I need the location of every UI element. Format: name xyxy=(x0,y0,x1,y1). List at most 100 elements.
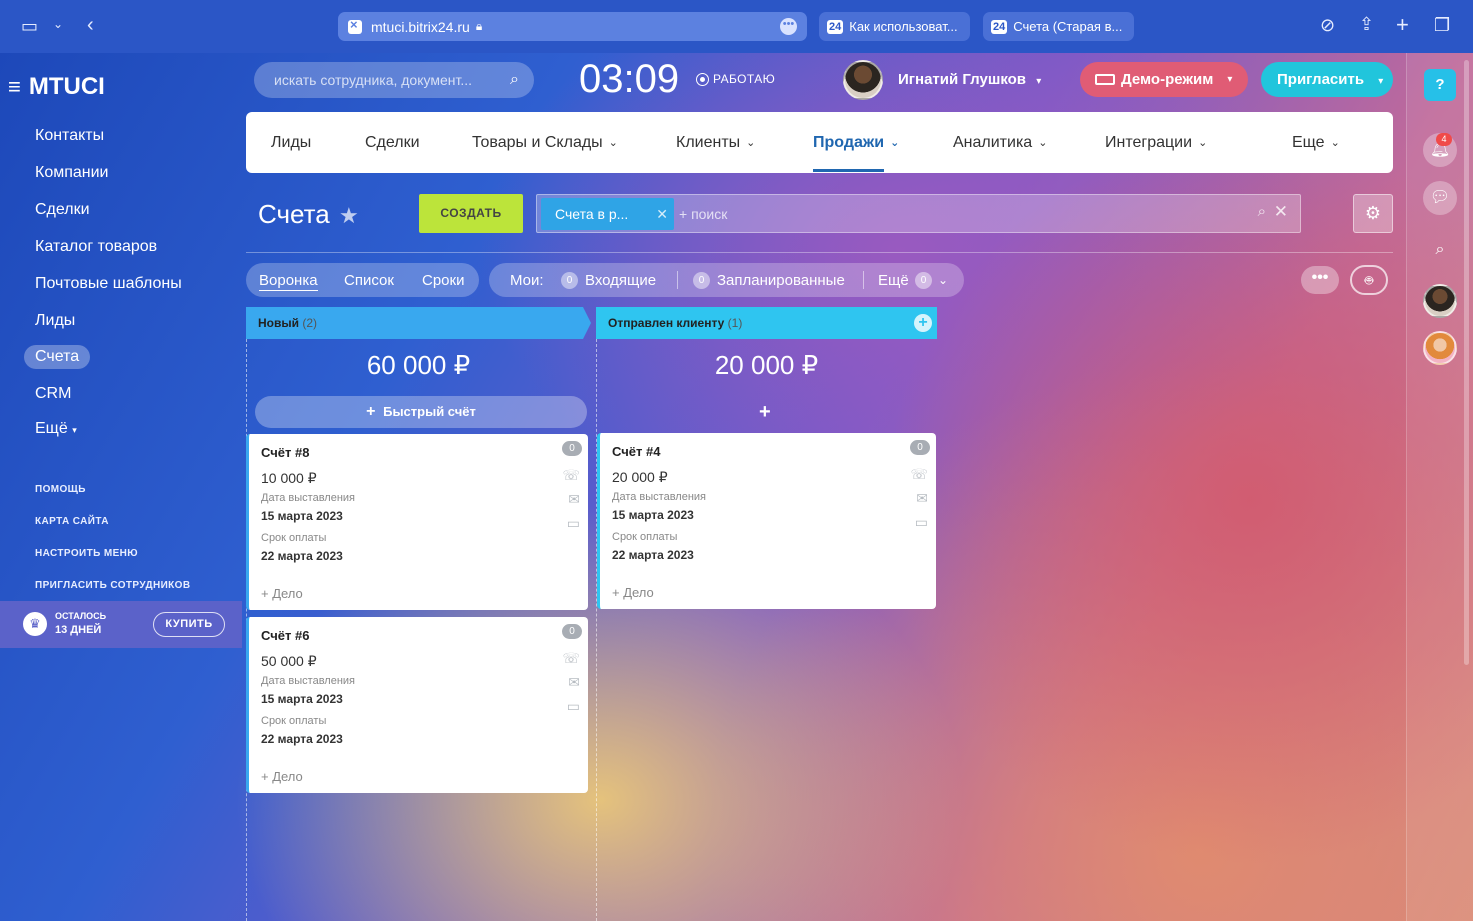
sidebar-item-more[interactable]: Ещё ▾ xyxy=(35,420,77,438)
search-icon[interactable]: ⌕ xyxy=(1423,233,1457,267)
sidebar-item-leads[interactable]: Лиды xyxy=(35,312,75,330)
top-nav: Лиды Сделки Товары и Склады ⌄ Клиенты ⌄ Пр… xyxy=(246,112,1393,173)
planned-filter[interactable]: Запланированные xyxy=(717,272,845,289)
trial-banner: ♛ ОСТАЛОСЬ 13 ДНЕЙ КУПИТЬ xyxy=(0,601,242,648)
filter-search-input[interactable]: Счета в р... ✕ + поиск ⌕ ✕ xyxy=(536,194,1301,233)
card-title[interactable]: Счёт #8 xyxy=(261,445,309,460)
sitemap-link[interactable]: КАРТА САЙТА xyxy=(35,516,109,527)
avatar[interactable] xyxy=(1423,284,1457,318)
column-title: Новый xyxy=(258,316,299,330)
sidebar-toggle-icon[interactable]: ▭ xyxy=(21,16,38,37)
star-icon[interactable]: ★ xyxy=(339,203,359,229)
menu-icon[interactable]: ≡ xyxy=(8,74,21,100)
nav-item-analytics[interactable]: Аналитика ⌄ xyxy=(953,134,1047,152)
nav-item-sales[interactable]: Продажи ⌄ xyxy=(813,134,899,152)
chevron-down-icon[interactable]: ⌄ xyxy=(53,17,63,31)
browser-tab[interactable]: 24 Счета (Старая в... xyxy=(983,12,1134,41)
nav-item-goods[interactable]: Товары и Склады ⌄ xyxy=(472,134,618,152)
share-icon[interactable]: ⇪ xyxy=(1359,14,1374,35)
nav-item-integrations[interactable]: Интеграции ⌄ xyxy=(1105,134,1207,152)
plus-icon[interactable]: + xyxy=(759,401,771,424)
scrollbar[interactable] xyxy=(1464,60,1469,665)
quick-invoice-button[interactable]: + Быстрый счёт xyxy=(255,396,587,428)
global-search-input[interactable]: искать сотрудника, документ... ⌕ xyxy=(254,62,534,98)
back-icon[interactable]: ‹ xyxy=(87,14,94,37)
card-title[interactable]: Счёт #6 xyxy=(261,628,309,643)
status-dot-icon xyxy=(696,72,709,86)
configure-menu-link[interactable]: НАСТРОИТЬ МЕНЮ xyxy=(35,548,138,559)
kanban-card[interactable]: Счёт #4 0 20 000 ₽ Дата выставления 15 м… xyxy=(597,433,936,609)
column-header[interactable]: Новый (2) xyxy=(246,307,591,339)
work-status[interactable]: РАБОТАЮ xyxy=(696,72,775,86)
incoming-filter[interactable]: Входящие xyxy=(585,272,656,289)
chat-icon[interactable]: ▭ xyxy=(567,698,580,715)
help-link[interactable]: ПОМОЩЬ xyxy=(35,484,86,495)
settings-button[interactable]: ⚙ xyxy=(1353,194,1393,233)
phone-icon[interactable]: ☏ xyxy=(562,467,580,484)
add-activity-link[interactable]: + Дело xyxy=(612,585,654,600)
nav-item-label: Аналитика xyxy=(953,134,1033,151)
mail-icon[interactable]: ✉ xyxy=(568,674,580,691)
tabs-overview-icon[interactable]: ❐ xyxy=(1434,15,1450,36)
logo[interactable]: ≡ MTUCI xyxy=(8,73,105,101)
mail-icon[interactable]: ✉ xyxy=(568,491,580,508)
chat-icon[interactable]: 💬︎ xyxy=(1423,181,1457,215)
search-icon[interactable]: ⌕ xyxy=(510,62,519,98)
page-menu-icon[interactable]: ••• xyxy=(780,18,797,35)
help-icon[interactable]: ? xyxy=(1424,69,1456,101)
add-activity-link[interactable]: + Дело xyxy=(261,769,303,784)
robot-icon[interactable]: 🤖︎ xyxy=(1350,265,1388,295)
sidebar-item-deals[interactable]: Сделки xyxy=(35,201,90,219)
chevron-down-icon: ⌄ xyxy=(746,137,756,149)
sidebar-item-companies[interactable]: Компании xyxy=(35,164,109,182)
nav-item-more[interactable]: Еще ⌄ xyxy=(1292,134,1340,152)
nav-item-clients[interactable]: Клиенты ⌄ xyxy=(676,134,755,152)
chevron-down-icon[interactable]: ⌄ xyxy=(938,273,948,287)
demo-label: Демо-режим xyxy=(1121,71,1214,88)
invite-employees-link[interactable]: ПРИГЛАСИТЬ СОТРУДНИКОВ xyxy=(35,580,191,591)
view-deadlines[interactable]: Сроки xyxy=(422,272,464,289)
kanban-card[interactable]: Счёт #8 0 10 000 ₽ Дата выставления 15 м… xyxy=(246,434,588,610)
nav-item-deals[interactable]: Сделки xyxy=(365,134,420,152)
bitrix-favicon-icon: 24 xyxy=(991,19,1008,34)
create-button[interactable]: СОЗДАТЬ xyxy=(419,194,523,233)
kanban-card[interactable]: Счёт #6 0 50 000 ₽ Дата выставления 15 м… xyxy=(246,617,588,793)
sidebar-item-contacts[interactable]: Контакты xyxy=(35,127,104,145)
more-filter[interactable]: Ещё xyxy=(878,272,909,289)
avatar[interactable] xyxy=(843,60,883,100)
chat-icon[interactable]: ▭ xyxy=(915,514,928,531)
buy-button[interactable]: КУПИТЬ xyxy=(153,612,225,637)
address-bar[interactable]: mtuci.bitrix24.ru 🔒︎ ••• xyxy=(338,12,807,41)
column-header[interactable]: Отправлен клиенту (1) xyxy=(596,307,937,339)
search-icon[interactable]: ⌕ xyxy=(1258,203,1266,220)
phone-icon[interactable]: ☏ xyxy=(910,466,928,483)
add-column-item-icon[interactable]: + xyxy=(914,314,932,332)
compass-icon[interactable]: ⊘ xyxy=(1320,15,1335,36)
user-menu[interactable]: Игнатий Глушков ▾ xyxy=(898,71,1041,88)
card-due-label: Срок оплаты xyxy=(612,531,678,543)
mail-icon[interactable]: ✉ xyxy=(916,490,928,507)
card-title[interactable]: Счёт #4 xyxy=(612,444,660,459)
chat-icon[interactable]: ▭ xyxy=(567,515,580,532)
sidebar-item-crm[interactable]: CRM xyxy=(35,385,71,403)
nav-item-leads[interactable]: Лиды xyxy=(271,134,311,152)
phone-icon[interactable]: ☏ xyxy=(562,650,580,667)
close-icon[interactable]: ✕ xyxy=(656,198,668,230)
filter-chip[interactable]: Счета в р... ✕ xyxy=(541,198,674,230)
filter-placeholder: + поиск xyxy=(679,206,728,222)
browser-tab[interactable]: 24 Как использоват... xyxy=(819,12,970,41)
invite-button[interactable]: Пригласить ▾ xyxy=(1261,62,1393,97)
add-activity-link[interactable]: + Дело xyxy=(261,586,303,601)
sidebar-item-mail-templates[interactable]: Почтовые шаблоны xyxy=(35,275,182,293)
view-list[interactable]: Список xyxy=(344,272,394,289)
avatar[interactable] xyxy=(1423,331,1457,365)
sidebar-item-invoices[interactable]: Счета xyxy=(24,345,91,369)
view-kanban[interactable]: Воронка xyxy=(259,272,318,291)
demo-mode-button[interactable]: Демо-режим ▾ xyxy=(1080,62,1248,97)
clock[interactable]: 03:09 xyxy=(579,57,679,102)
more-actions-button[interactable]: ••• xyxy=(1301,266,1339,294)
sidebar-item-catalog[interactable]: Каталог товаров xyxy=(35,238,157,256)
chevron-down-icon: ⌄ xyxy=(890,137,900,149)
clear-icon[interactable]: ✕ xyxy=(1274,202,1288,222)
new-tab-icon[interactable]: + xyxy=(1396,12,1409,38)
